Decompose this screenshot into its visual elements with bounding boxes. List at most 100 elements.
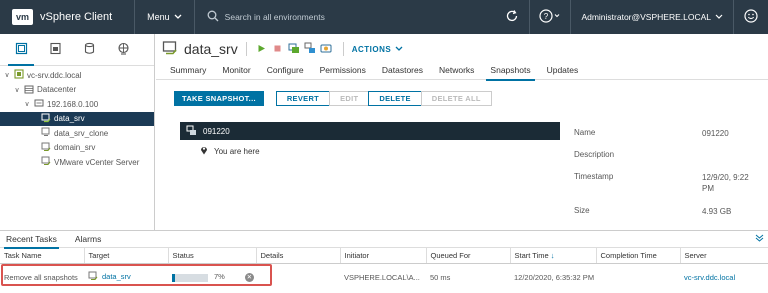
menu-button[interactable]: Menu	[135, 0, 194, 34]
column-header-queued-for[interactable]: Queued For	[426, 248, 511, 264]
power-off-button[interactable]	[271, 42, 285, 56]
take-snapshot-button[interactable]: TAKE SNAPSHOT...	[174, 91, 264, 106]
column-header-server[interactable]: Server	[680, 248, 768, 264]
completion-time-cell	[596, 263, 680, 291]
vm-icon	[41, 156, 51, 168]
hosts-clusters-icon	[15, 42, 28, 57]
tab-recent-tasks[interactable]: Recent Tasks	[4, 231, 59, 249]
toolbar-divider	[245, 42, 247, 56]
you-are-here-label: You are here	[214, 146, 260, 156]
detail-row-timestamp: Timestamp 12/9/20, 9:22 PM	[574, 172, 759, 206]
vms-templates-icon	[49, 42, 62, 57]
column-header-initiator[interactable]: Initiator	[340, 248, 427, 264]
svg-text:?: ?	[544, 12, 549, 21]
expand-caret-icon[interactable]: ∨	[3, 71, 11, 79]
help-button[interactable]: ?	[530, 0, 570, 34]
main-content: data_srv ACTIONS Summary Monitor Configu…	[156, 34, 768, 230]
tab-networks[interactable]: Networks	[431, 64, 482, 80]
inventory-navigator: ∨ vc-srv.ddc.local ∨ Datacenter ∨ 192.16…	[0, 34, 155, 230]
global-search-input[interactable]: Search in all environments	[195, 10, 496, 24]
tab-updates[interactable]: Updates	[539, 64, 587, 80]
you-are-here-marker: You are here	[200, 145, 260, 157]
feedback-button[interactable]	[734, 0, 768, 34]
tab-vms-templates[interactable]	[38, 34, 72, 66]
navigator-tabs	[0, 34, 154, 66]
vm-icon	[41, 127, 51, 139]
actions-menu-button[interactable]: ACTIONS	[352, 45, 404, 54]
expand-caret-icon[interactable]: ∨	[23, 100, 31, 108]
queued-for-cell: 50 ms	[430, 272, 451, 282]
tab-hosts-clusters[interactable]	[4, 34, 38, 66]
detail-label: Description	[574, 150, 615, 159]
highlight-box	[1, 264, 272, 286]
tree-node-datacenter[interactable]: ∨ Datacenter	[0, 83, 154, 98]
sort-desc-icon: ↓	[550, 250, 555, 260]
column-header-details[interactable]: Details	[256, 248, 341, 264]
expand-caret-icon[interactable]: ∨	[13, 86, 21, 94]
vcenter-icon	[14, 69, 24, 81]
power-on-button[interactable]	[255, 42, 269, 56]
vm-logo: vm	[12, 9, 33, 25]
column-header-target[interactable]: Target	[84, 248, 169, 264]
tree-label-vm: VMware vCenter Server	[54, 157, 140, 167]
collapse-panel-icon[interactable]	[755, 233, 764, 244]
snapshot-name: 091220	[203, 126, 230, 136]
vm-icon	[41, 142, 51, 154]
tree-node-vm[interactable]: data_srv_clone	[0, 126, 154, 141]
tree-label-vcenter: vc-srv.ddc.local	[27, 70, 82, 80]
tree-node-vm-selected[interactable]: data_srv	[0, 111, 154, 126]
tab-networking[interactable]	[106, 34, 140, 66]
launch-console-button[interactable]	[287, 42, 301, 56]
user-menu[interactable]: Administrator@VSPHERE.LOCAL	[571, 12, 733, 22]
app-title: vSphere Client	[40, 11, 113, 23]
detail-value	[702, 150, 757, 172]
console-icon	[288, 42, 300, 56]
server-cell[interactable]: vc-srv.ddc.local	[680, 263, 768, 291]
host-icon	[34, 98, 44, 110]
detail-row-description: Description	[574, 150, 759, 172]
column-header-status[interactable]: Status	[168, 248, 257, 264]
column-header-task-name[interactable]: Task Name	[0, 248, 85, 264]
tasks-tabs: Recent Tasks Alarms	[0, 231, 768, 249]
tab-datastores[interactable]: Datastores	[374, 64, 431, 80]
tab-summary[interactable]: Summary	[162, 64, 214, 80]
vm-object-icon	[162, 40, 178, 58]
migrate-button[interactable]	[303, 42, 317, 56]
search-icon	[207, 10, 219, 24]
camera-icon	[320, 42, 332, 56]
revert-button[interactable]: REVERT	[275, 91, 331, 106]
detail-value: 4.93 GB	[702, 207, 732, 216]
search-placeholder: Search in all environments	[224, 12, 325, 22]
column-header-start-time[interactable]: Start Time ↓	[510, 248, 597, 264]
tree-node-vm[interactable]: domain_srv	[0, 141, 154, 156]
edit-button[interactable]: EDIT	[329, 91, 370, 106]
snapshot-button[interactable]	[319, 42, 333, 56]
detail-value: 091220	[702, 129, 729, 138]
snapshot-icon	[186, 125, 197, 138]
tree-node-host[interactable]: ∨ 192.168.0.100	[0, 97, 154, 112]
snapshot-tree-item-selected[interactable]: 091220	[180, 122, 560, 140]
refresh-button[interactable]	[495, 0, 529, 34]
delete-all-button[interactable]: DELETE ALL	[420, 91, 492, 106]
tab-alarms[interactable]: Alarms	[75, 231, 101, 248]
tab-monitor[interactable]: Monitor	[214, 64, 258, 80]
top-header: vm vSphere Client Menu Search in all env…	[0, 0, 768, 34]
smiley-icon	[744, 9, 758, 25]
tree-node-vcenter[interactable]: ∨ vc-srv.ddc.local	[0, 68, 154, 83]
tab-storage[interactable]	[72, 34, 106, 66]
delete-button[interactable]: DELETE	[368, 91, 422, 106]
table-header-row: Task Name Target Status Details Initiato…	[0, 248, 768, 264]
menu-label: Menu	[147, 12, 170, 22]
chevron-down-icon	[395, 45, 403, 54]
actions-label: ACTIONS	[351, 44, 392, 54]
tab-permissions[interactable]: Permissions	[312, 64, 374, 80]
tree-label-vm: data_srv_clone	[54, 128, 109, 138]
detail-row-size: Size 4.93 GB	[574, 206, 759, 220]
object-title: data_srv	[184, 41, 238, 57]
network-icon	[117, 42, 130, 57]
tab-snapshots[interactable]: Snapshots	[482, 64, 538, 81]
column-header-completion-time[interactable]: Completion Time	[596, 248, 681, 264]
tree-node-vm[interactable]: VMware vCenter Server	[0, 155, 154, 170]
tab-configure[interactable]: Configure	[259, 64, 312, 80]
detail-row-name: Name 091220	[574, 128, 759, 150]
